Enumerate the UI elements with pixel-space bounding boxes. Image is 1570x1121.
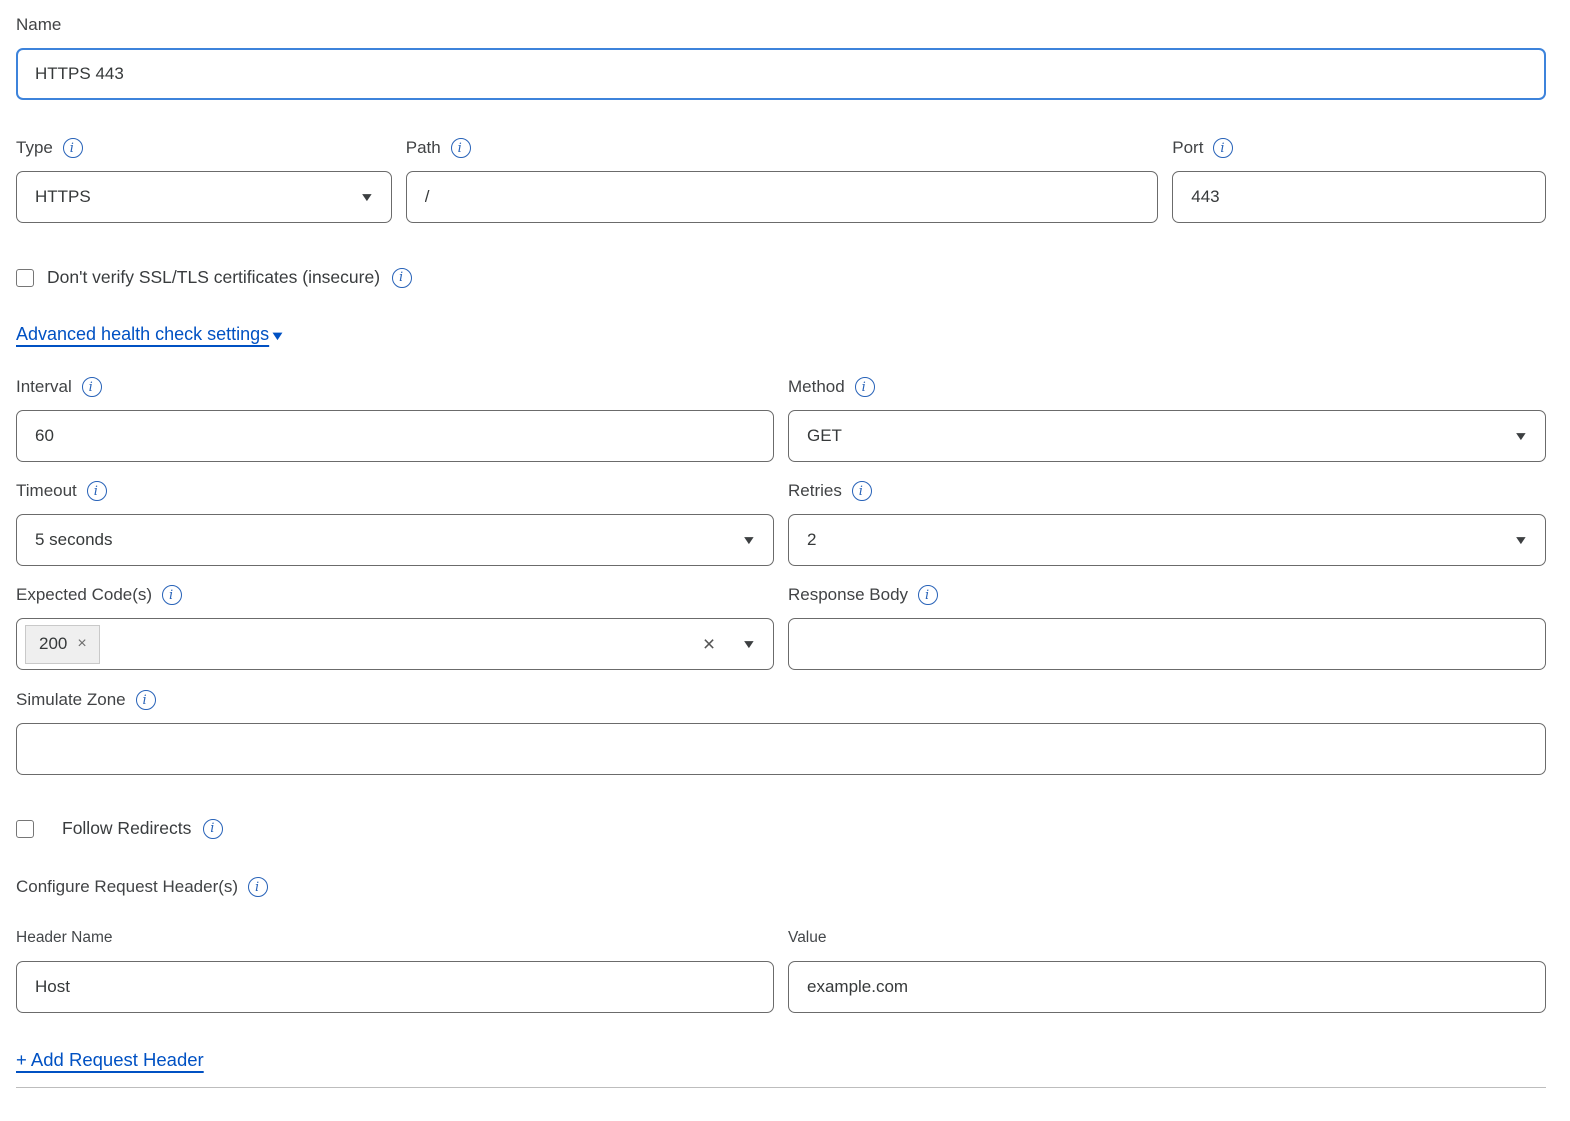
interval-field: Interval i: [16, 376, 774, 462]
type-field: Type i HTTPS ▼: [16, 137, 392, 223]
name-input[interactable]: [16, 48, 1546, 100]
simulate-zone-label: Simulate Zone i: [16, 689, 1546, 711]
simulate-zone-label-text: Simulate Zone: [16, 689, 126, 711]
response-body-input[interactable]: [788, 618, 1546, 670]
method-label-text: Method: [788, 376, 845, 398]
add-request-header-link[interactable]: + Add Request Header: [16, 1049, 204, 1070]
expected-codes-label: Expected Code(s) i: [16, 584, 774, 606]
timeout-field: Timeout i 5 seconds ▼: [16, 480, 774, 566]
expected-codes-field: Expected Code(s) i 200 × × ▼: [16, 584, 774, 670]
timeout-select-value: 5 seconds: [35, 530, 735, 550]
expected-code-tag-label: 200: [39, 634, 67, 654]
clear-all-icon[interactable]: ×: [703, 634, 715, 655]
method-field: Method i GET ▼: [788, 376, 1546, 462]
header-value-label: Value: [788, 927, 1546, 949]
name-label: Name: [16, 14, 1546, 36]
info-icon[interactable]: i: [392, 268, 412, 288]
info-icon[interactable]: i: [203, 819, 223, 839]
info-icon[interactable]: i: [918, 585, 938, 605]
chevron-down-icon: ▼: [741, 533, 757, 547]
follow-redirects-label[interactable]: Follow Redirects: [62, 818, 191, 839]
method-select-value: GET: [807, 426, 1507, 446]
advanced-settings-link[interactable]: Advanced health check settings: [16, 324, 269, 344]
chevron-down-icon: ▼: [1513, 533, 1529, 547]
header-name-label: Header Name: [16, 927, 774, 949]
retries-label-text: Retries: [788, 480, 842, 502]
type-select-value: HTTPS: [35, 187, 353, 207]
type-label: Type i: [16, 137, 392, 159]
port-input[interactable]: [1172, 171, 1546, 223]
expected-codes-multiselect[interactable]: 200 × × ▼: [16, 618, 774, 670]
ssl-verify-checkbox[interactable]: [16, 269, 34, 287]
expected-code-tag: 200 ×: [25, 625, 100, 664]
timeout-label: Timeout i: [16, 480, 774, 502]
chevron-down-icon: ▼: [359, 190, 375, 204]
info-icon[interactable]: i: [1213, 138, 1233, 158]
chevron-down-icon: ▼: [1513, 429, 1529, 443]
info-icon[interactable]: i: [852, 481, 872, 501]
response-body-label-text: Response Body: [788, 584, 908, 606]
remove-tag-icon[interactable]: ×: [77, 636, 86, 652]
interval-input[interactable]: [16, 410, 774, 462]
header-value-label-text: Value: [788, 927, 827, 949]
header-name-input[interactable]: [16, 961, 774, 1013]
configure-request-headers-label-text: Configure Request Header(s): [16, 876, 238, 898]
timeout-label-text: Timeout: [16, 480, 77, 502]
simulate-zone-input[interactable]: [16, 723, 1546, 775]
divider: [16, 1087, 1546, 1088]
interval-label: Interval i: [16, 376, 774, 398]
retries-select-value: 2: [807, 530, 1507, 550]
interval-label-text: Interval: [16, 376, 72, 398]
ssl-verify-checkbox-label[interactable]: Don't verify SSL/TLS certificates (insec…: [47, 267, 380, 288]
header-value-input[interactable]: [788, 961, 1546, 1013]
follow-redirects-checkbox[interactable]: [16, 820, 34, 838]
info-icon[interactable]: i: [162, 585, 182, 605]
info-icon[interactable]: i: [87, 481, 107, 501]
info-icon[interactable]: i: [82, 377, 102, 397]
retries-select[interactable]: 2 ▼: [788, 514, 1546, 566]
info-icon[interactable]: i: [855, 377, 875, 397]
caret-down-icon[interactable]: ▼: [269, 328, 286, 343]
port-field: Port i: [1172, 137, 1546, 223]
header-name-field: Header Name: [16, 927, 774, 1013]
path-label: Path i: [406, 137, 1159, 159]
response-body-label: Response Body i: [788, 584, 1546, 606]
retries-label: Retries i: [788, 480, 1546, 502]
header-name-label-text: Header Name: [16, 927, 113, 949]
timeout-select[interactable]: 5 seconds ▼: [16, 514, 774, 566]
configure-request-headers-label: Configure Request Header(s) i: [16, 876, 1546, 898]
retries-field: Retries i 2 ▼: [788, 480, 1546, 566]
path-label-text: Path: [406, 137, 441, 159]
health-check-form: Name Type i HTTPS ▼ Path i Port i: [16, 14, 1546, 1088]
chevron-down-icon: ▼: [741, 637, 757, 651]
follow-redirects-row: Follow Redirects i: [16, 818, 1546, 839]
request-header-row: Header Name Value: [16, 927, 1546, 1013]
path-field: Path i: [406, 137, 1159, 223]
info-icon[interactable]: i: [63, 138, 83, 158]
type-label-text: Type: [16, 137, 53, 159]
path-input[interactable]: [406, 171, 1159, 223]
info-icon[interactable]: i: [248, 877, 268, 897]
response-body-field: Response Body i: [788, 584, 1546, 670]
name-label-text: Name: [16, 14, 61, 36]
method-label: Method i: [788, 376, 1546, 398]
port-label: Port i: [1172, 137, 1546, 159]
simulate-zone-field: Simulate Zone i: [16, 689, 1546, 775]
ssl-verify-checkbox-row: Don't verify SSL/TLS certificates (insec…: [16, 267, 1546, 288]
header-value-field: Value: [788, 927, 1546, 1013]
info-icon[interactable]: i: [136, 690, 156, 710]
expected-codes-label-text: Expected Code(s): [16, 584, 152, 606]
type-select[interactable]: HTTPS ▼: [16, 171, 392, 223]
info-icon[interactable]: i: [451, 138, 471, 158]
method-select[interactable]: GET ▼: [788, 410, 1546, 462]
port-label-text: Port: [1172, 137, 1203, 159]
